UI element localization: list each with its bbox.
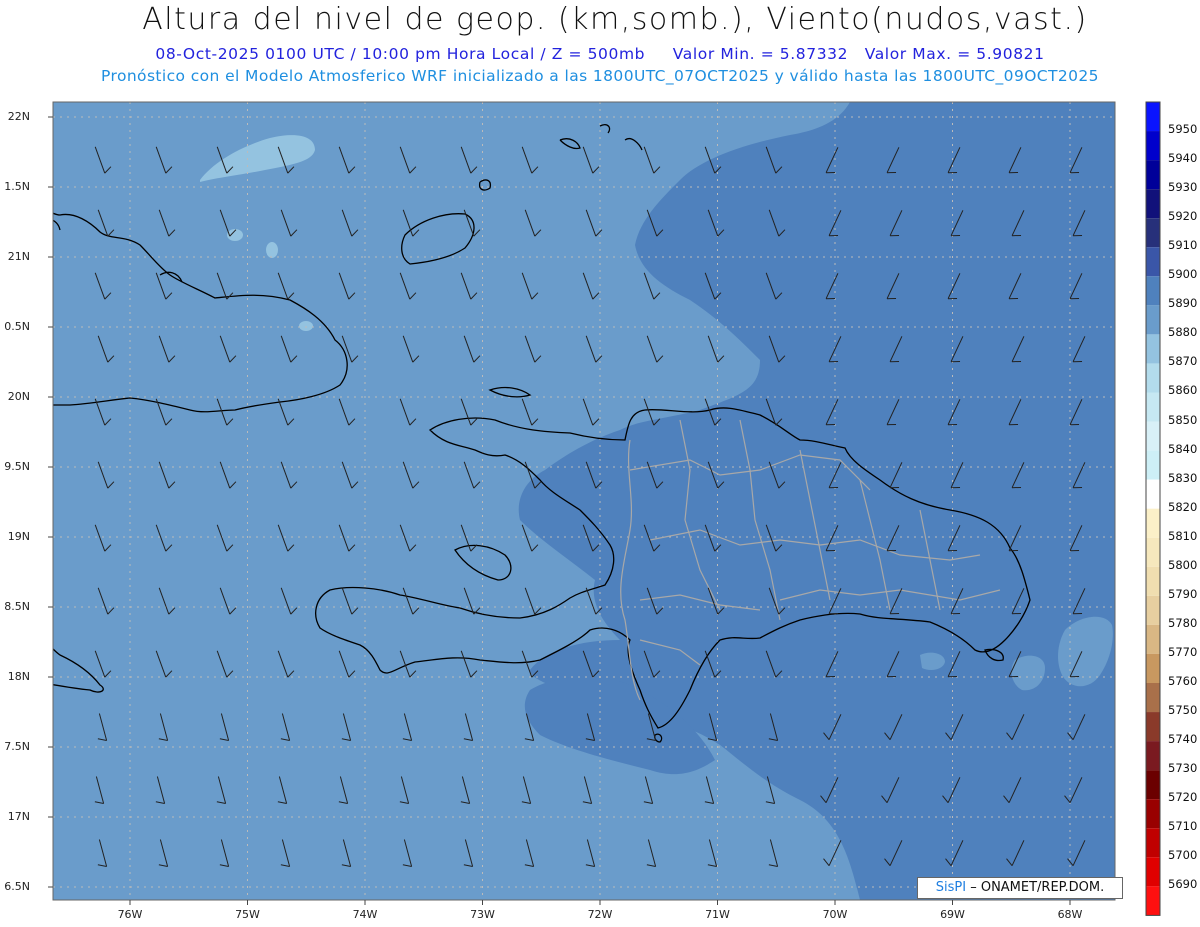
lon-label: 69W	[940, 908, 965, 921]
field-5870-patch-dot	[266, 242, 278, 258]
colorbar-swatch	[1146, 886, 1160, 916]
colorbar-label: 5720	[1168, 790, 1198, 805]
lat-label: 1.5N	[4, 180, 30, 193]
colorbar-swatch	[1146, 537, 1160, 567]
colorbar-label: 5750	[1168, 703, 1198, 717]
lat-label: 8.5N	[4, 600, 30, 613]
lat-label: 0.5N	[4, 320, 30, 333]
lon-label: 70W	[822, 908, 848, 921]
colorbar-swatch	[1146, 799, 1160, 829]
colorbar-label: 5760	[1168, 673, 1198, 688]
lat-label: 9.5N	[4, 460, 30, 473]
colorbar-label: 5800	[1168, 557, 1198, 572]
colorbar-label: 5900	[1168, 267, 1198, 282]
colorbar-label: 5870	[1168, 354, 1198, 369]
colorbar-swatch	[1146, 276, 1160, 306]
colorbar-label: 5850	[1168, 412, 1198, 427]
colorbar-label: 5700	[1168, 848, 1198, 863]
colorbar-swatch	[1146, 624, 1160, 654]
colorbar-swatch	[1146, 479, 1160, 509]
colorbar-label: 5910	[1168, 238, 1198, 253]
lon-label: 71W	[705, 908, 730, 921]
lat-label: 17N	[7, 810, 30, 823]
colorbar-label: 5780	[1168, 615, 1198, 630]
field-5870-patch-dot2	[299, 321, 313, 331]
colorbar-swatch	[1146, 102, 1160, 132]
colorbar-swatch	[1146, 363, 1160, 393]
colorbar-label: 5920	[1168, 209, 1198, 224]
lon-label: 75W	[235, 908, 260, 921]
colorbar-swatch	[1146, 450, 1160, 480]
colorbar-swatch	[1146, 334, 1160, 364]
colorbar-label: 5690	[1168, 877, 1198, 892]
colorbar-swatch	[1146, 392, 1160, 422]
credit-box: SisPI – ONAMET/REP.DOM.	[917, 877, 1123, 899]
colorbar-label: 5840	[1168, 441, 1198, 456]
colorbar-swatch	[1146, 857, 1160, 887]
forecast-map	[48, 101, 1161, 916]
colorbar-swatch	[1146, 595, 1160, 625]
colorbar-swatch	[1146, 653, 1160, 683]
colorbar-label: 5770	[1168, 644, 1198, 659]
colorbar-label: 5730	[1168, 761, 1198, 776]
colorbar-label: 5950	[1168, 122, 1198, 136]
lat-label: 21N	[7, 250, 30, 263]
colorbar-swatch	[1146, 247, 1160, 277]
credit-text: – ONAMET/REP.DOM.	[970, 880, 1105, 895]
lon-label: 74W	[352, 908, 378, 921]
lat-label: 22N	[7, 110, 30, 123]
colorbar-label: 5740	[1168, 732, 1198, 747]
colorbar-swatch	[1146, 712, 1160, 742]
lat-label: 6.5N	[4, 880, 30, 893]
colorbar-label: 5820	[1168, 499, 1198, 514]
lon-label: 68W	[1057, 908, 1083, 921]
colorbar-label: 5930	[1168, 180, 1198, 195]
colorbar-swatch	[1146, 305, 1160, 335]
lat-label: 20N	[7, 390, 30, 403]
colorbar-swatch	[1146, 741, 1160, 771]
lat-label: 7.5N	[4, 740, 30, 753]
colorbar-swatch	[1146, 421, 1160, 451]
lat-label: 19N	[7, 530, 30, 543]
colorbar-label: 5940	[1168, 151, 1198, 166]
colorbar-label: 5710	[1168, 819, 1198, 834]
lon-label: 72W	[587, 908, 613, 921]
sispi-brand: SisPI	[935, 880, 967, 895]
colorbar-label: 5830	[1168, 470, 1198, 485]
lon-label: 73W	[470, 908, 495, 921]
geopotential-field	[53, 102, 1115, 900]
colorbar-swatch	[1146, 828, 1160, 858]
colorbar	[1145, 101, 1161, 916]
colorbar-swatch	[1146, 131, 1160, 161]
lon-label: 76W	[117, 908, 143, 921]
colorbar-swatch	[1146, 160, 1160, 190]
colorbar-label: 5890	[1168, 296, 1198, 311]
lat-label: 18N	[7, 670, 30, 683]
colorbar-swatch	[1146, 189, 1160, 219]
colorbar-swatch	[1146, 218, 1160, 248]
colorbar-swatch	[1146, 566, 1160, 596]
colorbar-swatch	[1146, 770, 1160, 800]
colorbar-label: 5880	[1168, 325, 1198, 340]
colorbar-swatch	[1146, 683, 1160, 713]
colorbar-label: 5860	[1168, 383, 1198, 398]
colorbar-swatch	[1146, 508, 1160, 538]
colorbar-label: 5790	[1168, 586, 1198, 601]
colorbar-label: 5810	[1168, 528, 1198, 543]
